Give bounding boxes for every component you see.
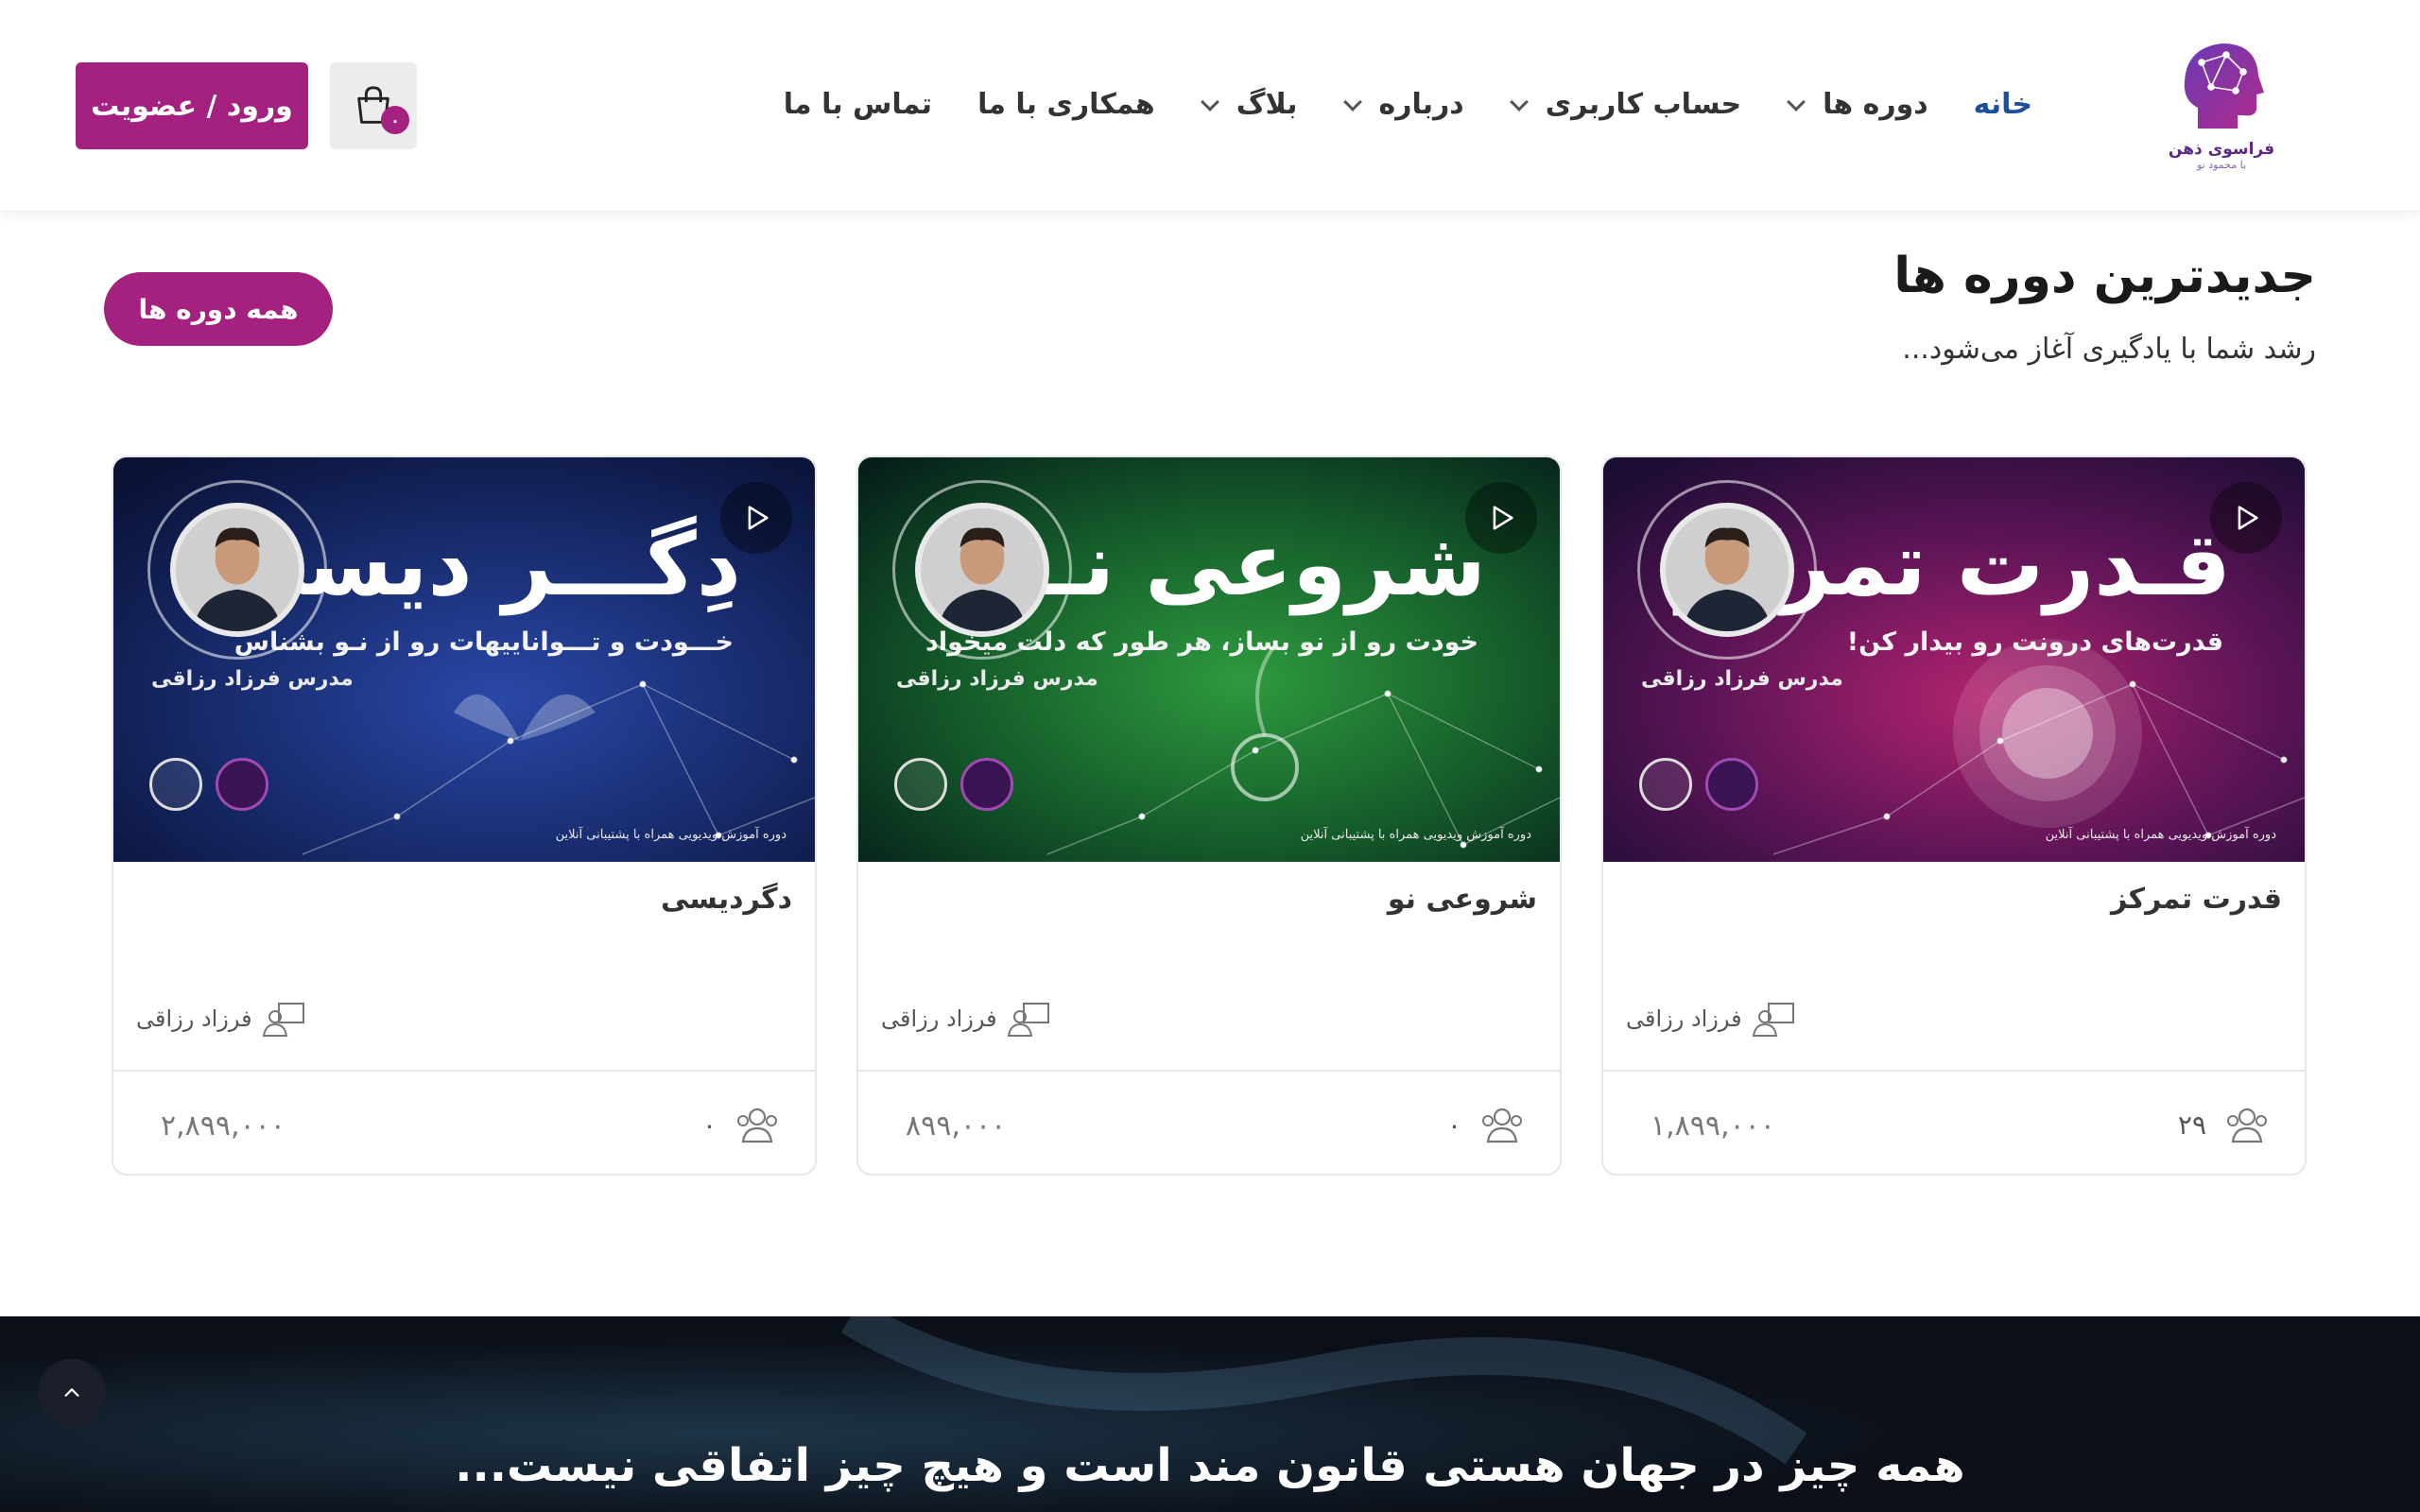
quote-text: همه چیز در جهان هستی قانون مند است و هیچ… (455, 1439, 1965, 1492)
student-count: ۰ (1447, 1104, 1526, 1145)
nav-item-about[interactable]: درباره (1343, 88, 1464, 121)
play-preview-button[interactable] (720, 482, 792, 554)
course-price: ۲,۸۹۹,۰۰۰ (161, 1109, 285, 1143)
guarantee-seal-icon (894, 758, 947, 811)
teacher-board-icon (1007, 1003, 1049, 1037)
teacher-board-icon (1752, 1003, 1794, 1037)
play-icon (748, 506, 769, 530)
course-price: ۱,۸۹۹,۰۰۰ (1651, 1109, 1775, 1143)
course-card[interactable]: شروعی نـــو خودت رو از نو بساز، هر طور ک… (856, 455, 1562, 1176)
thumbnail-teacher: مدرس فرزاد رزاقی (1641, 667, 1843, 691)
logo-title: فراسوی ذهن (2168, 140, 2275, 159)
play-icon (2238, 506, 2258, 530)
nav-item-blog[interactable]: بلاگ (1201, 88, 1298, 121)
course-title[interactable]: دگردیسی (661, 883, 792, 916)
course-card[interactable]: قـدرت تمرکز قدرت‌های درونت رو بیدار کن! … (1601, 455, 2307, 1176)
course-thumbnail[interactable]: شروعی نـــو خودت رو از نو بساز، هر طور ک… (858, 457, 1560, 862)
course-title[interactable]: قدرت تمرکز (2111, 883, 2282, 916)
nav-item-cooperation[interactable]: همکاری با ما (977, 88, 1155, 121)
instructor-name: فرزاد رزاقی (881, 1005, 997, 1032)
teacher-board-icon (262, 1003, 304, 1037)
nav-item-label: همکاری با ما (977, 87, 1155, 121)
course-thumbnail[interactable]: قـدرت تمرکز قدرت‌های درونت رو بیدار کن! … (1603, 457, 2305, 862)
brand-logo-icon (1705, 758, 1758, 811)
student-count-value: ۰ (1446, 1108, 1461, 1141)
course-title[interactable]: شروعی نو (1388, 883, 1537, 916)
thumbnail-tagline: قدرت‌های درونت رو بیدار کن! (1846, 627, 2223, 657)
site-logo[interactable]: فراسوی ذهن با محمود نو (2165, 34, 2278, 176)
guarantee-seal-icon (149, 758, 202, 811)
nav-item-label: درباره (1378, 87, 1464, 121)
thumbnail-badges (1639, 758, 1758, 811)
instructor-avatar (915, 503, 1049, 637)
nav-item-home[interactable]: خانه (1974, 88, 2032, 121)
card-divider (113, 1070, 815, 1072)
main-nav: خانه دوره ها حساب کاربری درباره بلاگ همک… (738, 76, 2032, 132)
thumbnail-teacher: مدرس فرزاد رزاقی (151, 667, 354, 691)
play-preview-button[interactable] (1465, 482, 1537, 554)
guarantee-seal-icon (1639, 758, 1692, 811)
login-register-button[interactable]: ورود / عضویت (76, 62, 308, 149)
nav-item-courses[interactable]: دوره ها (1787, 88, 1928, 121)
users-icon (2227, 1108, 2267, 1143)
nav-item-account[interactable]: حساب کاربری (1510, 88, 1741, 121)
course-thumbnail[interactable]: دِگـــر دیسی خـــودت و تـــواناییهات رو … (113, 457, 815, 862)
student-count: ۲۹ (2178, 1104, 2271, 1145)
thumbnail-footer: دوره آموزش ویدیویی همراه با پشتیبانی آنل… (1300, 828, 1531, 842)
nav-item-label: تماس با ما (783, 87, 933, 121)
nav-item-label: بلاگ (1236, 87, 1298, 121)
play-preview-button[interactable] (2210, 482, 2282, 554)
thumbnail-footer: دوره آموزش ویدیویی همراه با پشتیبانی آنل… (555, 828, 786, 842)
all-courses-button[interactable]: همه دوره ها (104, 272, 333, 346)
student-count-value: ۰ (701, 1108, 717, 1141)
course-instructor: فرزاد رزاقی (136, 1000, 815, 1038)
course-price: ۸۹۹,۰۰۰ (906, 1109, 1007, 1143)
thumbnail-teacher: مدرس فرزاد رزاقی (896, 667, 1098, 691)
student-count: ۰ (702, 1104, 781, 1145)
cart-button[interactable]: ۰ (330, 62, 417, 149)
section-subtitle: رشد شما با یادگیری آغاز می‌شود... (1902, 333, 2316, 366)
users-icon (1482, 1108, 1522, 1143)
card-divider (858, 1070, 1560, 1072)
nav-item-label: دوره ها (1823, 87, 1928, 121)
chevron-down-icon (1201, 95, 1218, 112)
site-header: فراسوی ذهن با محمود نو خانه دوره ها حساب… (0, 0, 2420, 212)
scroll-to-top-button[interactable] (38, 1359, 106, 1427)
brand-logo-icon (216, 758, 268, 811)
instructor-name: فرزاد رزاقی (1626, 1005, 1742, 1032)
cart-count-badge: ۰ (381, 106, 409, 134)
instructor-avatar (170, 503, 304, 637)
instructor-photo-frame (892, 480, 1072, 660)
thumbnail-footer: دوره آموزش ویدیویی همراه با پشتیبانی آنل… (2045, 828, 2276, 842)
instructor-photo-frame (147, 480, 327, 660)
chevron-down-icon (1510, 95, 1527, 112)
chevron-down-icon (1787, 95, 1804, 112)
course-card[interactable]: دِگـــر دیسی خـــودت و تـــواناییهات رو … (112, 455, 817, 1176)
quote-banner: همه چیز در جهان هستی قانون مند است و هیچ… (0, 1316, 2420, 1512)
instructor-photo-frame (1637, 480, 1817, 660)
thumbnail-badges (149, 758, 268, 811)
brand-logo-icon (960, 758, 1013, 811)
chevron-up-icon (64, 1388, 79, 1397)
card-divider (1603, 1070, 2305, 1072)
head-network-icon (2184, 43, 2264, 129)
nav-item-label: حساب کاربری (1545, 87, 1742, 121)
play-icon (1493, 506, 1513, 530)
course-instructor: فرزاد رزاقی (1626, 1000, 2305, 1038)
instructor-avatar (1660, 503, 1794, 637)
nav-item-label: خانه (1973, 87, 2032, 121)
student-count-value: ۲۹ (2177, 1108, 2206, 1141)
thumbnail-badges (894, 758, 1013, 811)
thumbnail-tagline: خـــودت و تـــواناییهات رو از نـو بشناس (233, 627, 734, 657)
section-title: جدیدترین دوره ها (1893, 248, 2316, 304)
instructor-name: فرزاد رزاقی (136, 1005, 252, 1032)
course-instructor: فرزاد رزاقی (881, 1000, 1560, 1038)
users-icon (737, 1108, 777, 1143)
chevron-down-icon (1343, 95, 1360, 112)
nav-item-contact[interactable]: تماس با ما (784, 88, 932, 121)
logo-subtitle: با محمود نو (2196, 159, 2247, 171)
